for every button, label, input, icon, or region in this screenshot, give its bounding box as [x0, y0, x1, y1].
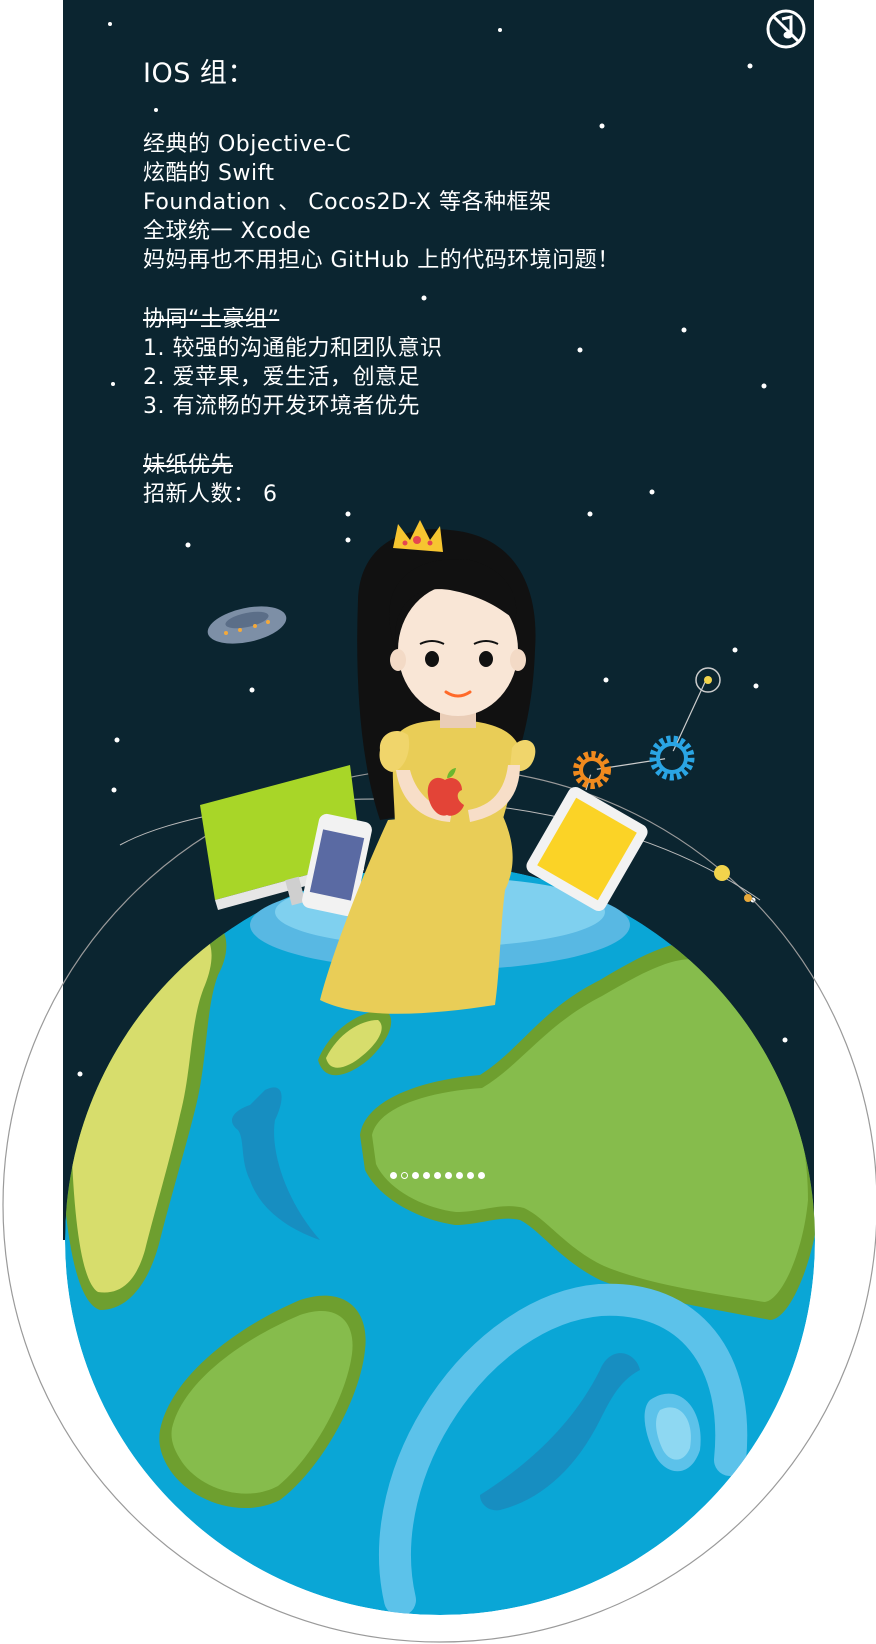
music-toggle-button[interactable]	[765, 8, 807, 50]
pager-dot[interactable]	[478, 1171, 485, 1179]
pager-dot[interactable]	[412, 1171, 419, 1179]
recruit-slide: IOS 组： 经典的 Objective-C 炫酷的 Swift Foundat…	[0, 0, 876, 1644]
intro-line: Foundation 、 Cocos2D-X 等各种框架	[143, 190, 552, 215]
pager-dot[interactable]	[467, 1171, 474, 1179]
intro-line: 炫酷的 Swift	[143, 161, 275, 186]
orange-gear-icon	[573, 751, 611, 789]
pager-dot[interactable]	[456, 1171, 463, 1179]
crown-icon	[393, 520, 443, 552]
slide-pager	[390, 1170, 485, 1180]
intro-line: 经典的 Objective-C	[143, 132, 352, 157]
pager-dot[interactable]	[445, 1171, 452, 1179]
group-heading: IOS 组：	[143, 58, 255, 89]
ufo-icon	[207, 606, 287, 644]
music-off-icon	[766, 9, 806, 49]
pager-dot[interactable]	[434, 1171, 441, 1179]
gears	[573, 667, 721, 791]
teamwork-title: 协同“土豪组”	[143, 307, 280, 332]
pager-dot[interactable]	[401, 1171, 408, 1179]
pager-dot[interactable]	[423, 1171, 430, 1179]
blue-gear-icon	[649, 735, 695, 781]
requirement-item: 3. 有流畅的开发环境者优先	[143, 394, 420, 419]
sister-note: 妹纸优先	[143, 453, 234, 478]
pager-dot[interactable]	[390, 1171, 397, 1179]
requirement-item: 1. 较强的沟通能力和团队意识	[143, 336, 443, 361]
recruit-copy: IOS 组： 经典的 Objective-C 炫酷的 Swift Foundat…	[143, 60, 743, 509]
requirement-item: 2. 爱苹果，爱生活，创意足	[143, 365, 420, 390]
quota-text: 招新人数： 6	[143, 482, 278, 507]
intro-line: 妈妈再也不用担心 GitHub 上的代码环境问题！	[143, 248, 620, 273]
intro-line: 全球统一 Xcode	[143, 219, 312, 244]
